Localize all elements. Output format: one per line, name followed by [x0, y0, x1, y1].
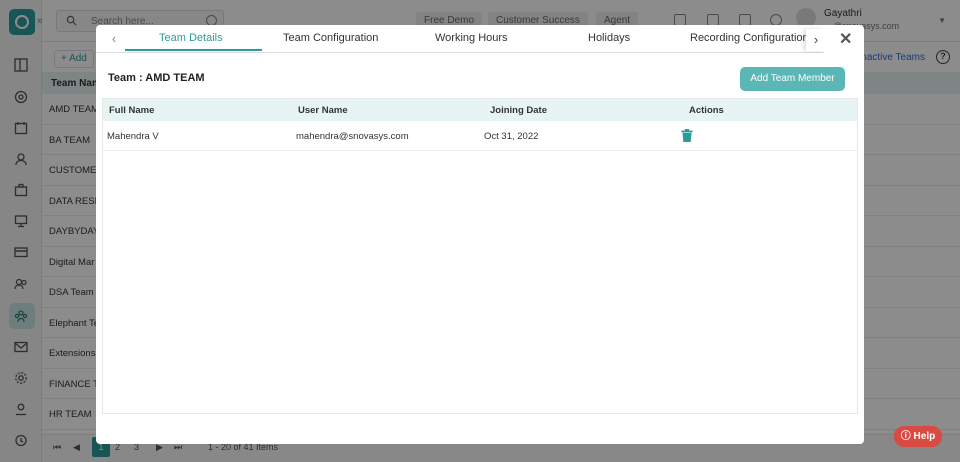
help-circle-icon: ⓘ: [900, 431, 911, 442]
team-heading-name: AMD TEAM: [145, 72, 205, 84]
add-team-member-button[interactable]: Add Team Member: [740, 67, 845, 91]
member-user-name: mahendra@snovasys.com: [296, 131, 409, 142]
table-header: Full Name User Name Joining Date Actions: [103, 99, 857, 121]
actions-header: Actions: [689, 105, 724, 116]
help-label: Help: [913, 431, 936, 442]
tab-holidays[interactable]: Holidays: [588, 32, 630, 44]
delete-icon[interactable]: [681, 129, 693, 142]
full-name-header[interactable]: Full Name: [109, 105, 154, 116]
team-heading: Team : AMD TEAM: [108, 72, 205, 84]
tab-strip: ‹ Team Details Team Configuration Workin…: [96, 25, 826, 53]
active-tab-indicator: [125, 49, 262, 51]
close-icon[interactable]: ✕: [839, 32, 852, 48]
team-details-modal: ‹ Team Details Team Configuration Workin…: [96, 25, 864, 444]
members-table: Full Name User Name Joining Date Actions…: [102, 98, 858, 414]
team-heading-label: Team :: [108, 72, 143, 84]
member-joining-date: Oct 31, 2022: [484, 131, 539, 142]
tab-team-configuration[interactable]: Team Configuration: [283, 32, 378, 44]
tab-recording-configuration[interactable]: Recording Configuration: [690, 32, 809, 44]
user-name-header[interactable]: User Name: [298, 105, 348, 116]
tab-scroll-left-icon[interactable]: ‹: [105, 30, 123, 48]
member-full-name: Mahendra V: [107, 131, 159, 142]
tab-scroll-right-icon[interactable]: ›: [806, 29, 826, 51]
table-row[interactable]: Mahendra V mahendra@snovasys.com Oct 31,…: [103, 121, 857, 151]
joining-date-header[interactable]: Joining Date: [490, 105, 547, 116]
tab-team-details[interactable]: Team Details: [159, 32, 223, 44]
tab-working-hours[interactable]: Working Hours: [435, 32, 508, 44]
help-button[interactable]: ⓘ Help: [894, 426, 942, 447]
